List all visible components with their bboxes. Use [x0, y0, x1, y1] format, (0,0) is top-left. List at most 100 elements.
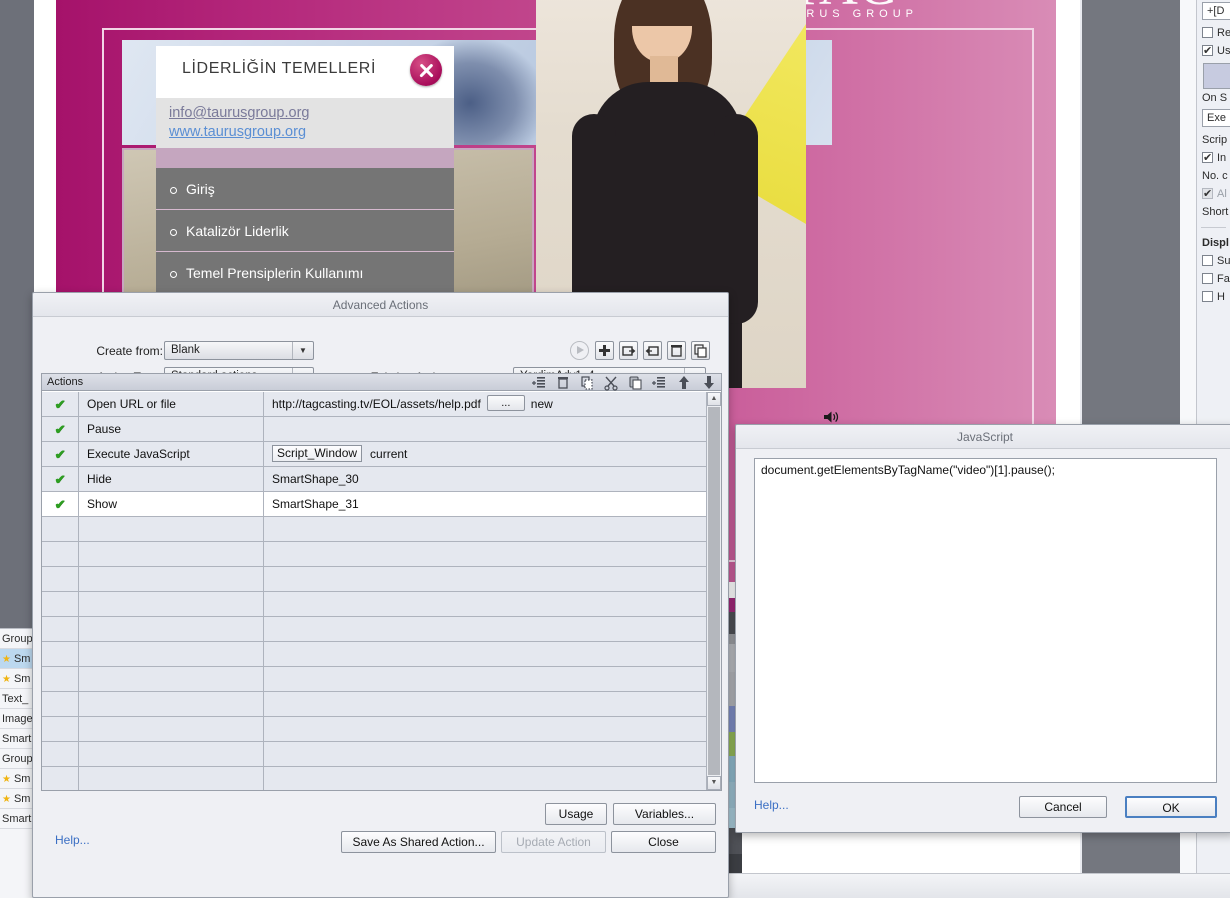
append-row-icon[interactable] — [651, 374, 667, 391]
cut-row-icon[interactable] — [603, 374, 619, 391]
table-row[interactable] — [42, 667, 721, 692]
browse-button[interactable]: ... — [486, 395, 525, 411]
checkbox[interactable] — [1202, 255, 1213, 266]
row-empty-cell[interactable] — [42, 542, 79, 566]
actions-scrollbar[interactable]: ▲ ▼ — [706, 392, 721, 790]
table-row[interactable] — [42, 692, 721, 717]
row-empty-cell[interactable] — [42, 667, 79, 691]
action-value-cell[interactable] — [264, 642, 721, 666]
row-enabled-checkmark[interactable]: ✔ — [42, 492, 79, 516]
action-name-cell[interactable]: Open URL or file — [79, 392, 264, 416]
close-icon[interactable] — [410, 54, 442, 86]
row-enabled-checkmark[interactable]: ✔ — [42, 392, 79, 416]
table-row[interactable] — [42, 642, 721, 667]
close-button[interactable]: Close — [611, 831, 716, 853]
duplicate-right-icon[interactable] — [619, 341, 638, 360]
add-icon[interactable] — [595, 341, 614, 360]
table-row[interactable] — [42, 567, 721, 592]
table-row[interactable] — [42, 717, 721, 742]
email-link[interactable]: info@taurusgroup.org — [169, 104, 454, 123]
advanced-actions-help-link[interactable]: Help... — [55, 833, 90, 847]
checkbox-row[interactable]: In — [1197, 149, 1230, 167]
table-row[interactable]: ✔ Pause — [42, 417, 721, 442]
row-empty-cell[interactable] — [42, 692, 79, 716]
list-item[interactable]: ★ Sm — [0, 649, 34, 669]
row-empty-cell[interactable] — [42, 742, 79, 766]
action-name-cell[interactable] — [79, 717, 264, 741]
website-link[interactable]: www.taurusgroup.org — [169, 123, 454, 142]
save-as-shared-action-button[interactable]: Save As Shared Action... — [341, 831, 496, 853]
action-name-cell[interactable] — [79, 692, 264, 716]
row-empty-cell[interactable] — [42, 617, 79, 641]
action-value-cell[interactable] — [264, 692, 721, 716]
action-name-cell[interactable] — [79, 642, 264, 666]
action-value-cell[interactable] — [264, 417, 721, 441]
table-row[interactable] — [42, 617, 721, 642]
insert-row-icon[interactable] — [531, 374, 547, 391]
checkbox-row[interactable]: Al — [1197, 185, 1230, 203]
delete-icon[interactable] — [667, 341, 686, 360]
table-row[interactable] — [42, 767, 721, 790]
list-item[interactable]: Smart — [0, 729, 34, 749]
script-window-tag[interactable]: Script_Window — [272, 445, 363, 462]
duplicate-left-icon[interactable] — [643, 341, 662, 360]
action-value-cell[interactable]: SmartShape_30 — [264, 467, 721, 491]
checkbox-row[interactable]: Fa — [1197, 270, 1230, 288]
checkbox[interactable] — [1202, 291, 1213, 302]
action-name-cell[interactable] — [79, 742, 264, 766]
list-item[interactable]: ★ Sm — [0, 669, 34, 689]
action-value-cell[interactable] — [264, 592, 721, 616]
table-row[interactable]: ✔ Hide SmartShape_30 — [42, 467, 721, 492]
color-swatch[interactable] — [1203, 63, 1230, 89]
action-value-cell[interactable] — [264, 517, 721, 541]
delete-row-icon[interactable] — [555, 374, 571, 391]
action-name-cell[interactable]: Execute JavaScript — [79, 442, 264, 466]
table-row[interactable] — [42, 592, 721, 617]
action-value-cell[interactable]: SmartShape_31 — [264, 492, 721, 516]
action-value-cell[interactable] — [264, 767, 721, 790]
row-empty-cell[interactable] — [42, 767, 79, 790]
overlay-menu-item-0[interactable]: Giriş — [156, 168, 454, 210]
checkbox[interactable] — [1202, 42, 1213, 60]
text-input[interactable]: Exe — [1202, 109, 1230, 127]
javascript-code-textarea[interactable]: document.getElementsByTagName("video")[1… — [754, 458, 1217, 783]
action-value-cell[interactable] — [264, 742, 721, 766]
action-value-cell[interactable] — [264, 567, 721, 591]
move-up-icon[interactable] — [676, 374, 692, 391]
list-item[interactable]: Group — [0, 629, 34, 649]
action-value-cell[interactable] — [264, 617, 721, 641]
checkbox[interactable] — [1202, 27, 1213, 38]
javascript-help-link[interactable]: Help... — [754, 798, 789, 812]
checkbox[interactable] — [1202, 185, 1213, 203]
copy-row-icon[interactable] — [579, 374, 595, 391]
list-item[interactable]: Smart — [0, 809, 34, 829]
list-item[interactable]: Group — [0, 749, 34, 769]
checkbox[interactable] — [1202, 273, 1213, 284]
list-item[interactable]: ★ Sm — [0, 769, 34, 789]
preview-icon[interactable] — [570, 341, 589, 360]
checkbox-row[interactable]: H — [1197, 288, 1230, 306]
scroll-down-icon[interactable]: ▼ — [707, 776, 721, 790]
action-name-cell[interactable] — [79, 617, 264, 641]
paste-row-icon[interactable] — [627, 374, 643, 391]
checkbox-row[interactable]: Re — [1197, 24, 1230, 42]
text-input[interactable]: +[D — [1202, 2, 1230, 20]
create-from-select[interactable]: Blank ▼ — [164, 341, 314, 360]
action-name-cell[interactable] — [79, 592, 264, 616]
action-value-cell[interactable]: Script_Window current — [264, 442, 721, 466]
table-row[interactable]: ✔ Execute JavaScript Script_Window current — [42, 442, 721, 467]
checkbox-row[interactable]: Us — [1197, 42, 1230, 60]
variables-button[interactable]: Variables... — [613, 803, 716, 825]
row-enabled-checkmark[interactable]: ✔ — [42, 417, 79, 441]
row-empty-cell[interactable] — [42, 642, 79, 666]
list-item[interactable]: ★ Sm — [0, 789, 34, 809]
action-name-cell[interactable]: Show — [79, 492, 264, 516]
scrollbar-thumb[interactable] — [708, 407, 720, 775]
action-name-cell[interactable] — [79, 542, 264, 566]
move-down-icon[interactable] — [701, 374, 717, 391]
scroll-up-icon[interactable]: ▲ — [707, 392, 721, 406]
overlay-menu-item-1[interactable]: Katalizör Liderlik — [156, 210, 454, 252]
row-empty-cell[interactable] — [42, 567, 79, 591]
action-name-cell[interactable] — [79, 567, 264, 591]
action-value-cell[interactable] — [264, 667, 721, 691]
